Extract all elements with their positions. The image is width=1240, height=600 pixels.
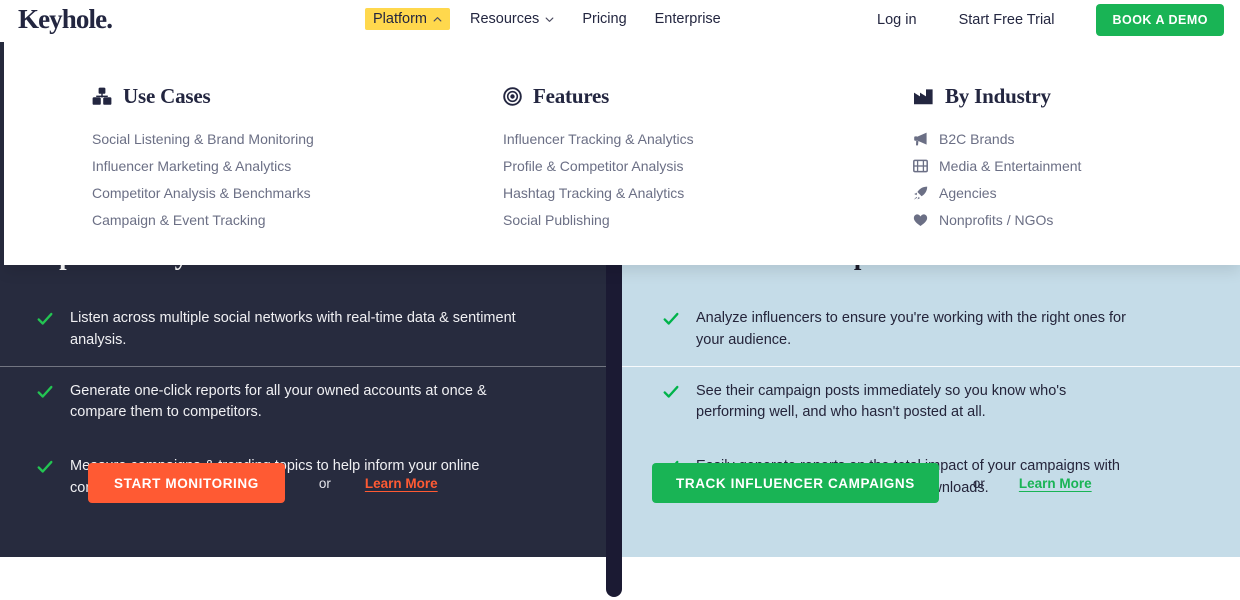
cubes-icon [92, 87, 112, 106]
mega-link-agencies[interactable]: Agencies [913, 180, 1081, 207]
start-free-trial-link[interactable]: Start Free Trial [959, 12, 1055, 28]
mega-column-by-industry: By Industry B2C Brands Media & Entertain… [913, 84, 1081, 234]
or-label: or [972, 475, 985, 491]
mega-link-social-listening[interactable]: Social Listening & Brand Monitoring [92, 126, 314, 153]
heart-icon [913, 213, 929, 227]
mega-column-heading: Features [503, 84, 694, 109]
chevron-down-icon [545, 15, 554, 24]
bullet-item: Generate one-click reports for all your … [0, 367, 622, 439]
mega-column-features: Features Influencer Tracking & Analytics… [503, 84, 694, 234]
mega-link-label: Competitor Analysis & Benchmarks [92, 185, 311, 201]
logo[interactable]: Keyhole. [18, 4, 113, 35]
bullet-text: Listen across multiple social networks w… [70, 310, 516, 348]
learn-more-link[interactable]: Learn More [365, 476, 438, 491]
mega-link-influencer-marketing[interactable]: Influencer Marketing & Analytics [92, 153, 314, 180]
check-icon [36, 383, 54, 401]
bullet-item: See their campaign posts immediately so … [622, 367, 1240, 439]
bullet-text: Analyze influencers to ensure you're wor… [696, 310, 1126, 348]
mega-column-title: Features [533, 84, 610, 108]
megaphone-icon [913, 132, 929, 146]
platform-mega-menu: Use Cases Social Listening & Brand Monit… [4, 42, 1240, 265]
nav-item-pricing[interactable]: Pricing [574, 8, 634, 30]
mega-column-title: By Industry [945, 84, 1051, 108]
mega-link-label: Social Publishing [503, 212, 610, 228]
nav-item-label: Enterprise [654, 11, 721, 27]
nav-item-label: Pricing [582, 11, 627, 27]
nav-item-label: Platform [373, 11, 427, 27]
check-icon [36, 310, 54, 328]
mega-link-social-publishing[interactable]: Social Publishing [503, 207, 694, 234]
mega-link-b2c-brands[interactable]: B2C Brands [913, 126, 1081, 153]
mega-link-influencer-tracking[interactable]: Influencer Tracking & Analytics [503, 126, 694, 153]
mega-link-label: Agencies [939, 185, 997, 201]
bullet-item: Listen across multiple social networks w… [0, 294, 622, 366]
or-label: or [318, 475, 331, 491]
mega-link-label: Hashtag Tracking & Analytics [503, 185, 685, 201]
bullet-text: See their campaign posts immediately so … [696, 382, 1067, 421]
mega-link-profile-competitor-analysis[interactable]: Profile & Competitor Analysis [503, 153, 694, 180]
left-card-cta-row: START MONITORING or Learn More [0, 463, 622, 503]
target-icon [503, 87, 522, 106]
mega-link-label: Social Listening & Brand Monitoring [92, 131, 314, 147]
chevron-up-icon [433, 15, 442, 24]
nav-item-label: Resources [470, 11, 540, 27]
mega-link-label: Campaign & Event Tracking [92, 212, 266, 228]
right-card-cta-row: TRACK INFLUENCER CAMPAIGNS or Learn More [622, 463, 1240, 503]
mega-link-competitor-analysis[interactable]: Competitor Analysis & Benchmarks [92, 180, 314, 207]
check-icon [662, 310, 680, 328]
site-header: Keyhole. Platform Resources Pricing Ente… [0, 0, 1240, 42]
login-link[interactable]: Log in [877, 12, 917, 28]
check-icon [662, 383, 680, 401]
bullet-text: Generate one-click reports for all your … [70, 382, 487, 421]
book-a-demo-button[interactable]: BOOK A DEMO [1096, 4, 1224, 36]
mega-link-label: B2C Brands [939, 131, 1015, 147]
mega-link-label: Influencer Tracking & Analytics [503, 131, 694, 147]
mega-link-label: Nonprofits / NGOs [939, 212, 1054, 228]
bullet-item: Analyze influencers to ensure you're wor… [622, 294, 1240, 366]
track-influencer-campaigns-button[interactable]: TRACK INFLUENCER CAMPAIGNS [652, 463, 939, 503]
mega-column-heading: By Industry [913, 84, 1081, 109]
mega-column-heading: Use Cases [92, 84, 314, 109]
primary-nav: Platform Resources Pricing Enterprise [365, 8, 741, 30]
mega-column-title: Use Cases [123, 84, 211, 108]
mega-link-hashtag-tracking[interactable]: Hashtag Tracking & Analytics [503, 180, 694, 207]
logo-text: Keyhole [18, 4, 107, 34]
mega-link-label: Media & Entertainment [939, 158, 1082, 174]
nav-item-resources[interactable]: Resources [462, 8, 562, 30]
factory-icon [913, 88, 934, 105]
nav-item-platform[interactable]: Platform [365, 8, 450, 30]
logo-dot: . [106, 4, 113, 34]
rocket-icon [913, 186, 929, 200]
mega-link-campaign-event-tracking[interactable]: Campaign & Event Tracking [92, 207, 314, 234]
film-icon [913, 159, 929, 173]
mega-link-label: Profile & Competitor Analysis [503, 158, 684, 174]
mega-link-media-entertainment[interactable]: Media & Entertainment [913, 153, 1081, 180]
learn-more-link[interactable]: Learn More [1019, 476, 1092, 491]
mega-link-nonprofits-ngos[interactable]: Nonprofits / NGOs [913, 207, 1081, 234]
mega-column-use-cases: Use Cases Social Listening & Brand Monit… [92, 84, 314, 234]
page-root: reports easily! Listen across multiple s… [0, 0, 1240, 600]
nav-item-enterprise[interactable]: Enterprise [647, 8, 729, 30]
start-monitoring-button[interactable]: START MONITORING [88, 463, 285, 503]
header-actions: Log in Start Free Trial BOOK A DEMO [877, 4, 1224, 36]
mega-link-label: Influencer Marketing & Analytics [92, 158, 292, 174]
